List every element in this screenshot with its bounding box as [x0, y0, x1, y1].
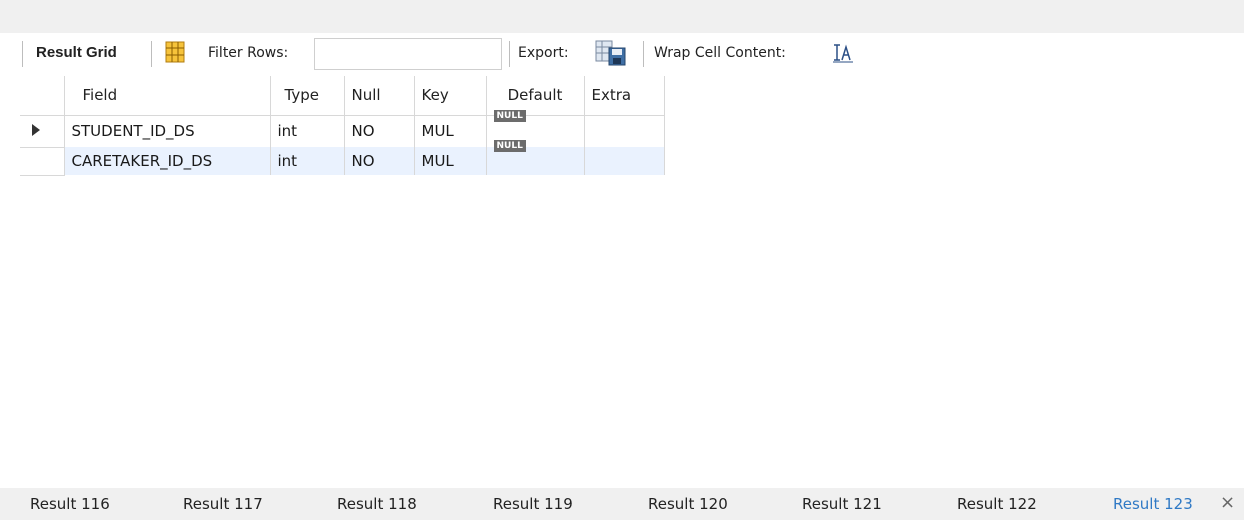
cell-key[interactable]: MUL	[414, 115, 487, 147]
toolbar-separator	[643, 41, 644, 67]
cell-extra[interactable]	[584, 147, 665, 175]
cell-extra[interactable]	[584, 115, 665, 147]
row-marker[interactable]	[20, 115, 65, 148]
wrap-cell-content-label: Wrap Cell Content:	[654, 45, 786, 61]
column-header-field[interactable]: Field	[64, 76, 271, 116]
row-marker[interactable]	[20, 147, 65, 176]
cell-field[interactable]: STUDENT_ID_DS	[64, 115, 271, 147]
tab-result-117[interactable]: Result 117	[183, 495, 263, 513]
export-icon[interactable]	[595, 40, 629, 66]
cell-default[interactable]: NULL	[486, 140, 585, 175]
tab-result-123[interactable]: Result 123	[1113, 495, 1193, 513]
toolbar-separator	[151, 41, 152, 67]
grid-header-row: Field Type Null Key Default Extra	[20, 76, 665, 116]
tab-result-118[interactable]: Result 118	[337, 495, 417, 513]
column-header-extra[interactable]: Extra	[584, 76, 665, 116]
result-toolbar: Result Grid Filter Rows: Export: Wrap Ce…	[0, 33, 1244, 75]
cell-field[interactable]: CARETAKER_ID_DS	[64, 147, 271, 175]
result-grid-icon[interactable]	[165, 41, 185, 63]
filter-rows-input[interactable]	[314, 38, 502, 70]
tab-result-121[interactable]: Result 121	[802, 495, 882, 513]
cell-null[interactable]: NO	[344, 115, 415, 147]
close-icon[interactable]: ×	[1220, 494, 1235, 512]
tab-result-120[interactable]: Result 120	[648, 495, 728, 513]
null-badge: NULL	[493, 110, 526, 123]
toolbar-separator	[509, 41, 510, 67]
column-header-default[interactable]: Default	[486, 76, 585, 116]
column-header-null[interactable]: Null	[344, 76, 415, 116]
export-label: Export:	[518, 45, 569, 61]
toolbar-separator	[22, 41, 23, 67]
result-grid: Field Type Null Key Default Extra STUDEN…	[20, 76, 665, 176]
wrap-cell-icon[interactable]	[832, 43, 854, 63]
tab-result-119[interactable]: Result 119	[493, 495, 573, 513]
filter-rows-label: Filter Rows:	[208, 45, 289, 61]
cell-type[interactable]: int	[270, 147, 345, 175]
table-row[interactable]: CARETAKER_ID_DS int NO MUL NULL	[20, 140, 665, 176]
null-badge: NULL	[493, 140, 526, 152]
column-header-type[interactable]: Type	[270, 76, 345, 116]
tab-result-116[interactable]: Result 116	[30, 495, 110, 513]
column-header-key[interactable]: Key	[414, 76, 487, 116]
result-grid-tab[interactable]: Result Grid	[36, 44, 117, 61]
table-row[interactable]: STUDENT_ID_DS int NO MUL NULL	[20, 110, 665, 148]
tab-result-122[interactable]: Result 122	[957, 495, 1037, 513]
row-marker-header	[20, 76, 65, 116]
cell-null[interactable]: NO	[344, 147, 415, 175]
cell-type[interactable]: int	[270, 115, 345, 147]
top-strip	[0, 0, 1244, 33]
current-row-arrow-icon	[32, 124, 40, 136]
cell-key[interactable]: MUL	[414, 147, 487, 175]
result-tabs-bar: Result 116 Result 117 Result 118 Result …	[0, 488, 1244, 520]
